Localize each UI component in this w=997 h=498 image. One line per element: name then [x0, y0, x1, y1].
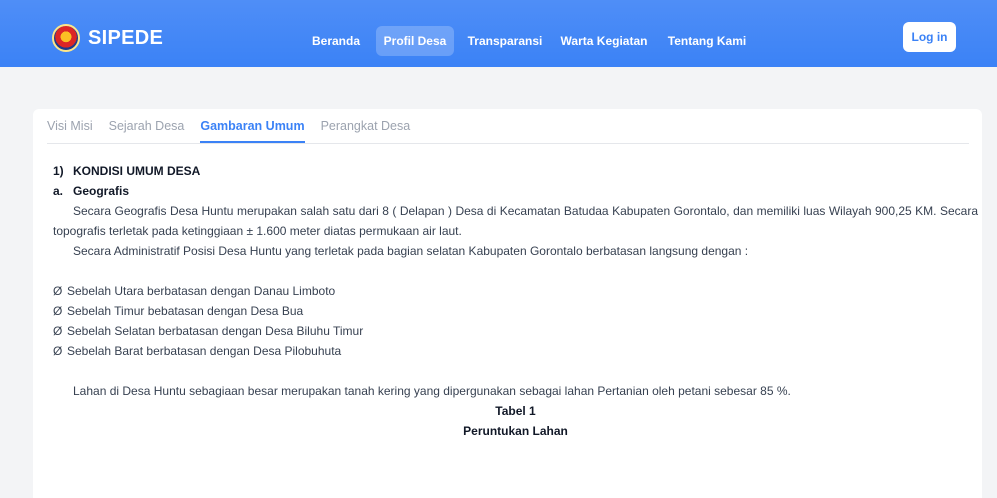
section-title: KONDISI UMUM DESA [73, 164, 201, 178]
list-item: Ø Sebelah Timur bebatasan dengan Desa Bu… [53, 301, 978, 321]
list-item: Ø Sebelah Selatan berbatasan dengan Desa… [53, 321, 978, 341]
nav-item-profil-desa[interactable]: Profil Desa [376, 26, 454, 56]
paragraph-geografis: Secara Geografis Desa Huntu merupakan sa… [53, 204, 978, 238]
list-item-text: Sebelah Selatan berbatasan dengan Desa B… [67, 324, 364, 338]
subsection-heading: a. Geografis [53, 181, 978, 201]
tab-sejarah-desa[interactable]: Sejarah Desa [109, 119, 185, 143]
village-logo-icon [52, 24, 80, 52]
nav-item-warta-kegiatan[interactable]: Warta Kegiatan [558, 26, 650, 56]
subsection-number: a. [53, 184, 64, 198]
top-navbar: SIPEDE Beranda Profil Desa Transparansi … [0, 0, 997, 67]
paragraph-administratif: Secara Administratif Posisi Desa Huntu y… [73, 244, 749, 258]
article-body: 1) KONDISI UMUM DESA a. Geografis Secara… [53, 161, 978, 441]
list-item: Ø Sebelah Barat berbatasan dengan Desa P… [53, 341, 978, 361]
subsection-title: Geografis [73, 184, 130, 198]
bullet-icon: Ø [53, 344, 63, 358]
nav-item-beranda[interactable]: Beranda [306, 26, 366, 56]
list-item: Ø Sebelah Utara berbatasan dengan Danau … [53, 281, 978, 301]
tab-divider [47, 143, 969, 144]
tab-gambaran-umum[interactable]: Gambaran Umum [200, 119, 305, 143]
brand-name: SIPEDE [88, 26, 164, 49]
brand[interactable]: SIPEDE [52, 24, 163, 52]
bullet-icon: Ø [53, 304, 63, 318]
nav-item-tentang-kami[interactable]: Tentang Kami [664, 26, 750, 56]
nav-item-transparansi[interactable]: Transparansi [466, 26, 544, 56]
section-number: 1) [53, 164, 64, 178]
content-card: Visi Misi Sejarah Desa Gambaran Umum Per… [33, 109, 982, 498]
list-item-text: Sebelah Utara berbatasan dengan Danau Li… [67, 284, 336, 298]
tab-visi-misi[interactable]: Visi Misi [47, 119, 93, 143]
list-item-text: Sebelah Barat berbatasan dengan Desa Pil… [67, 344, 342, 358]
section-heading: 1) KONDISI UMUM DESA [53, 161, 978, 181]
bullet-icon: Ø [53, 284, 63, 298]
profile-tabs: Visi Misi Sejarah Desa Gambaran Umum Per… [47, 119, 410, 143]
bullet-icon: Ø [53, 324, 63, 338]
login-button[interactable]: Log in [903, 22, 956, 52]
table-label: Tabel 1 [495, 404, 536, 418]
list-item-text: Sebelah Timur bebatasan dengan Desa Bua [67, 304, 304, 318]
tab-perangkat-desa[interactable]: Perangkat Desa [321, 119, 411, 143]
paragraph-lahan: Lahan di Desa Huntu sebagiaan besar meru… [73, 384, 791, 398]
table-caption: Peruntukan Lahan [463, 424, 568, 438]
